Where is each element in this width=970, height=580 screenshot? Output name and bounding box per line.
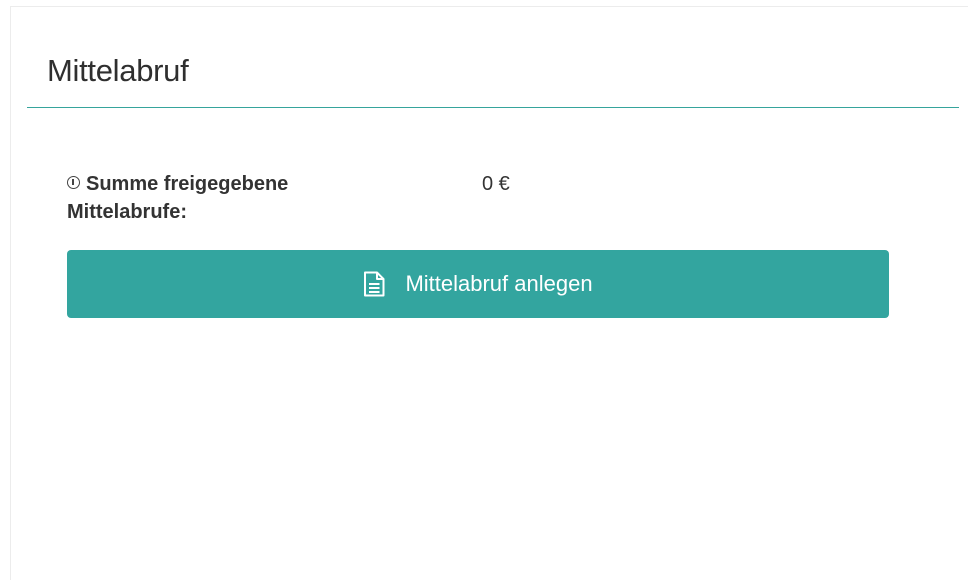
document-icon	[363, 271, 385, 297]
create-button-label: Mittelabruf anlegen	[405, 271, 593, 296]
summary-label: Summe freigegebene Mittelabrufe:	[67, 173, 289, 223]
panel-header: Mittelabruf	[27, 7, 959, 108]
page-title: Mittelabruf	[47, 53, 189, 88]
summary-value: 0 €	[482, 173, 510, 195]
summary-label-wrapper: Summe freigegebene Mittelabrufe:	[67, 170, 397, 226]
create-mittelabruf-button[interactable]: Mittelabruf anlegen	[67, 250, 889, 318]
info-circle-icon[interactable]	[67, 176, 80, 189]
summary-row: Summe freigegebene Mittelabrufe: 0 €	[67, 170, 887, 234]
